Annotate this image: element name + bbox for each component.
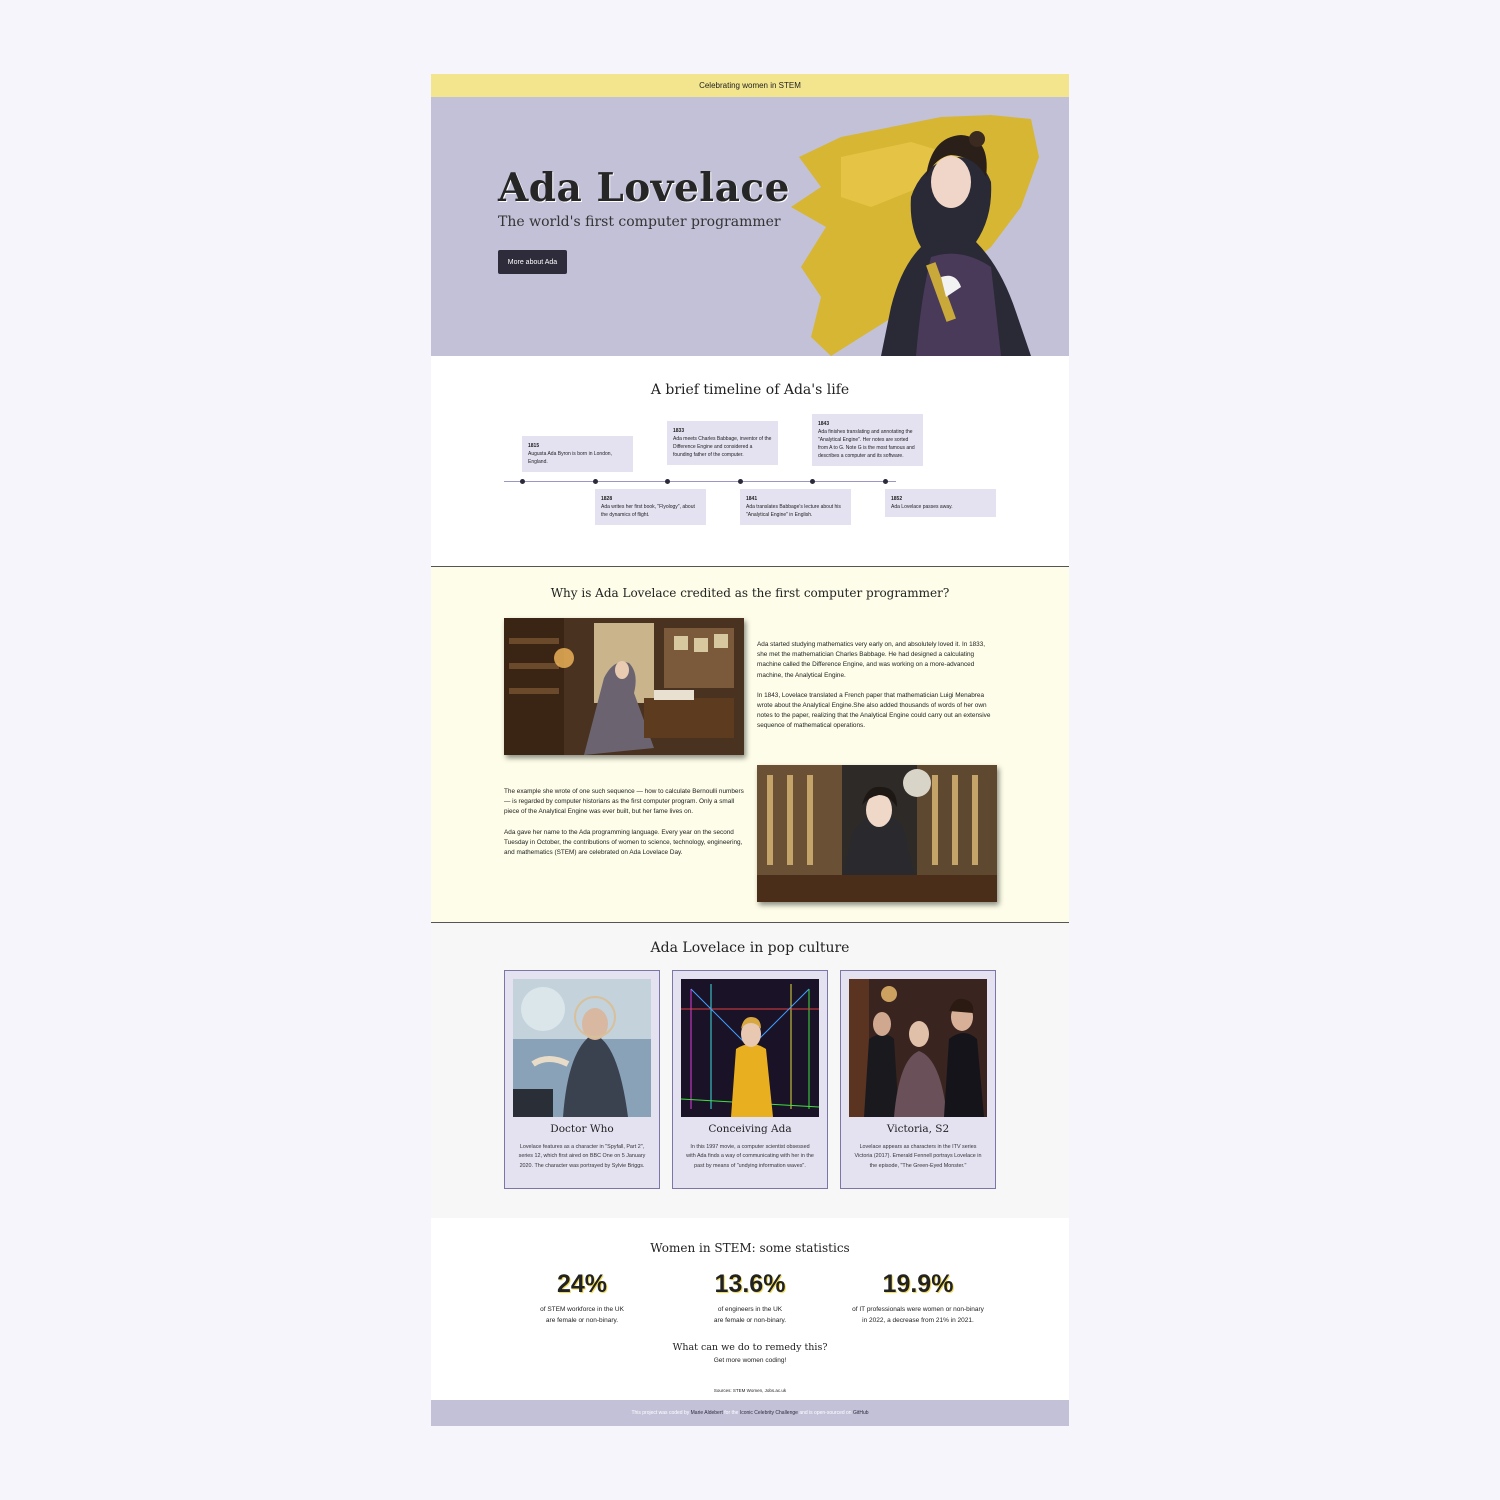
- why-text-2: The example she wrote of one such sequen…: [504, 787, 744, 858]
- stat-value: 19.9%: [882, 1270, 954, 1298]
- footer-text: and is open-sourced on: [797, 1410, 853, 1416]
- page: Celebrating women in STEM Ada Lovelace T…: [431, 74, 1069, 1426]
- stat-engineers: 13.6% of engineers in the UK are female …: [665, 1270, 835, 1326]
- hero-title: Ada Lovelace: [498, 165, 790, 211]
- victoria-image: [849, 979, 987, 1117]
- stat-line: in 2022, a decrease from 21% in 2021.: [862, 1316, 974, 1324]
- timeline-line: [504, 481, 896, 482]
- remedy-question: What can we do to remedy this?: [672, 1342, 828, 1353]
- card-title: Doctor Who: [550, 1123, 614, 1135]
- card-text: Lovelace appears as characters in the IT…: [854, 1144, 982, 1169]
- pop-heading: Ada Lovelace in pop culture: [650, 940, 850, 956]
- why-section: Why is Ada Lovelace credited as the firs…: [431, 566, 1069, 923]
- timeline-text: Ada meets Charles Babbage, inventor of t…: [673, 436, 772, 458]
- doctor-who-image: [513, 979, 651, 1117]
- timeline-event-1828: 1828 Ada writes her first book, "Flyolog…: [595, 489, 706, 525]
- card-title: Victoria, S2: [886, 1123, 950, 1135]
- stat-line: of IT professionals were women or non-bi…: [852, 1306, 984, 1313]
- stat-line: are female or non-binary.: [713, 1316, 787, 1324]
- github-link[interactable]: GitHub: [853, 1410, 869, 1416]
- pop-culture-section: Ada Lovelace in pop culture Doctor Who L…: [431, 923, 1069, 1218]
- timeline-year: 1843: [818, 421, 830, 427]
- remedy-answer: Get more women coding!: [713, 1357, 787, 1364]
- timeline-event-1852: 1852 Ada Lovelace passes away.: [885, 489, 996, 517]
- timeline-dot-1841: [738, 479, 743, 484]
- timeline-heading: A brief timeline of Ada's life: [650, 382, 850, 398]
- stat-description: of IT professionals were women or non-bi…: [833, 1305, 1003, 1326]
- why-paragraph: Ada started studying mathematics very ea…: [757, 641, 986, 679]
- ada-portrait-image: [791, 115, 1039, 356]
- stat-value: 24%: [556, 1270, 608, 1298]
- pop-card-doctor-who[interactable]: Doctor Who Lovelace features as a charac…: [504, 970, 660, 1189]
- timeline-dot-1828: [593, 479, 598, 484]
- pop-card-conceiving-ada[interactable]: Conceiving Ada In this 1997 movie, a com…: [672, 970, 828, 1189]
- footer: This project was coded by Marie Aldebert…: [431, 1400, 1069, 1426]
- why-paragraph: Ada gave her name to the Ada programming…: [504, 828, 743, 857]
- timeline-year: 1828: [601, 496, 613, 502]
- timeline-dot-1815: [520, 479, 525, 484]
- author-link[interactable]: Marie Aldebert: [691, 1410, 723, 1416]
- why-heading: Why is Ada Lovelace credited as the firs…: [550, 586, 950, 600]
- timeline-event-1833: 1833 Ada meets Charles Babbage, inventor…: [667, 421, 778, 465]
- conceiving-ada-image: [681, 979, 819, 1117]
- timeline-dot-1852: [883, 479, 888, 484]
- timeline-year: 1833: [673, 428, 685, 434]
- challenge-link[interactable]: Iconic Celebrity Challenge: [740, 1410, 798, 1416]
- card-text: Lovelace features as a character in "Spy…: [518, 1144, 646, 1169]
- ada-at-desk-image: [504, 618, 744, 755]
- timeline-text: Ada writes her first book, "Flyology", a…: [601, 504, 695, 518]
- pop-card-victoria[interactable]: Victoria, S2 Lovelace appears as charact…: [840, 970, 996, 1189]
- stat-description: of engineers in the UK are female or non…: [665, 1305, 835, 1326]
- timeline-text: Ada finishes translating and annotating …: [818, 429, 915, 459]
- timeline-year: 1852: [891, 496, 903, 502]
- timeline-event-1815: 1815 Augusta Ada Byron is born in London…: [522, 436, 633, 472]
- timeline-dot-1833: [665, 479, 670, 484]
- timeline-event-1843: 1843 Ada finishes translating and annota…: [812, 414, 923, 466]
- card-title: Conceiving Ada: [708, 1123, 792, 1135]
- timeline-text: Ada translates Babbage's lecture about h…: [746, 504, 841, 518]
- footer-text: for the: [722, 1410, 740, 1416]
- why-paragraph: The example she wrote of one such sequen…: [504, 788, 744, 816]
- sources: Sources: STEM Women, Jobs.ac.uk: [713, 1388, 787, 1393]
- stats-section: Women in STEM: some statistics 24% of ST…: [431, 1218, 1069, 1400]
- timeline-year: 1841: [746, 496, 758, 502]
- stat-line: of engineers in the UK: [717, 1306, 783, 1313]
- more-about-ada-button[interactable]: More about Ada: [498, 250, 567, 274]
- timeline-text: Augusta Ada Byron is born in London, Eng…: [528, 451, 612, 465]
- top-banner: Celebrating women in STEM: [431, 74, 1069, 97]
- timeline-event-1841: 1841 Ada translates Babbage's lecture ab…: [740, 489, 851, 525]
- ada-at-machine-image: [757, 765, 997, 902]
- why-paragraph: In 1843, Lovelace translated a French pa…: [757, 691, 991, 730]
- stat-line: are female or non-binary.: [545, 1316, 619, 1324]
- hero-subtitle: The world's first computer programmer: [498, 214, 781, 230]
- stat-description: of STEM workforce in the UK are female o…: [497, 1305, 667, 1326]
- stat-stem-workforce: 24% of STEM workforce in the UK are fema…: [497, 1270, 667, 1326]
- hero: Ada Lovelace The world's first computer …: [431, 97, 1069, 356]
- timeline-dot-1843: [810, 479, 815, 484]
- why-text-1: Ada started studying mathematics very ea…: [757, 640, 997, 732]
- stat-line: of STEM workforce in the UK: [540, 1306, 624, 1313]
- timeline-year: 1815: [528, 443, 540, 449]
- card-text: In this 1997 movie, a computer scientist…: [686, 1144, 814, 1169]
- timeline-text: Ada Lovelace passes away.: [891, 504, 953, 510]
- footer-text: This project was coded by: [631, 1410, 691, 1416]
- stat-value: 13.6%: [714, 1270, 786, 1298]
- stats-heading: Women in STEM: some statistics: [650, 1241, 850, 1255]
- stat-it-professionals: 19.9% of IT professionals were women or …: [833, 1270, 1003, 1326]
